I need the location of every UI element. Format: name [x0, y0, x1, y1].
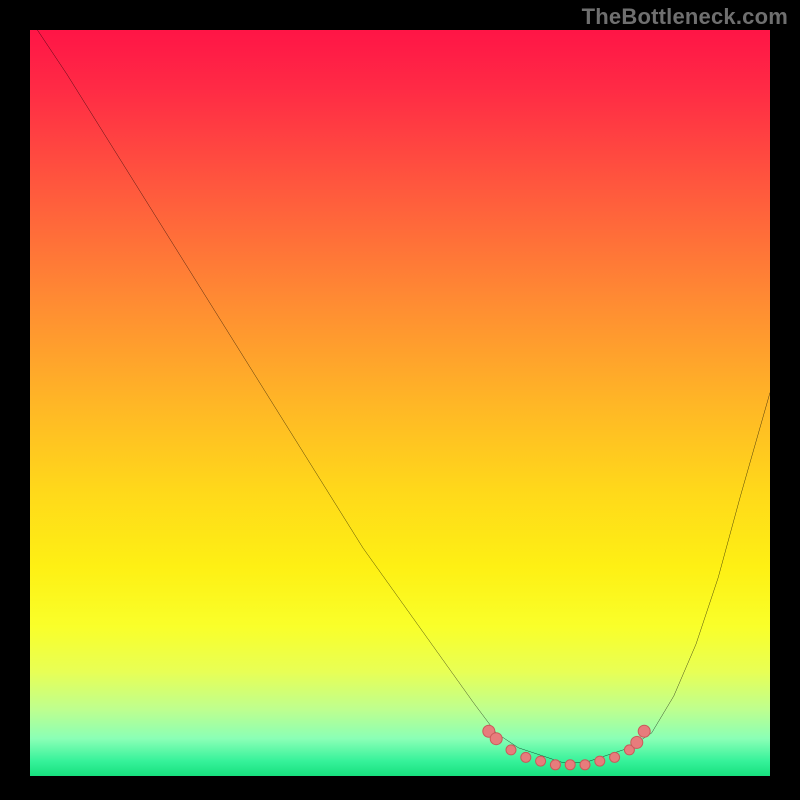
valley-markers-group — [483, 725, 650, 770]
valley-marker — [610, 752, 620, 762]
chart-frame: TheBottleneck.com — [0, 0, 800, 800]
watermark-text: TheBottleneck.com — [582, 4, 788, 30]
valley-marker — [631, 736, 643, 748]
valley-marker — [595, 756, 605, 766]
valley-marker — [506, 745, 516, 755]
valley-marker — [490, 733, 502, 745]
valley-marker — [580, 760, 590, 770]
valley-marker — [638, 725, 650, 737]
plot-area — [30, 30, 770, 776]
valley-marker — [521, 752, 531, 762]
valley-marker — [536, 756, 546, 766]
marker-layer — [30, 30, 770, 776]
valley-marker — [550, 760, 560, 770]
valley-marker — [565, 760, 575, 770]
